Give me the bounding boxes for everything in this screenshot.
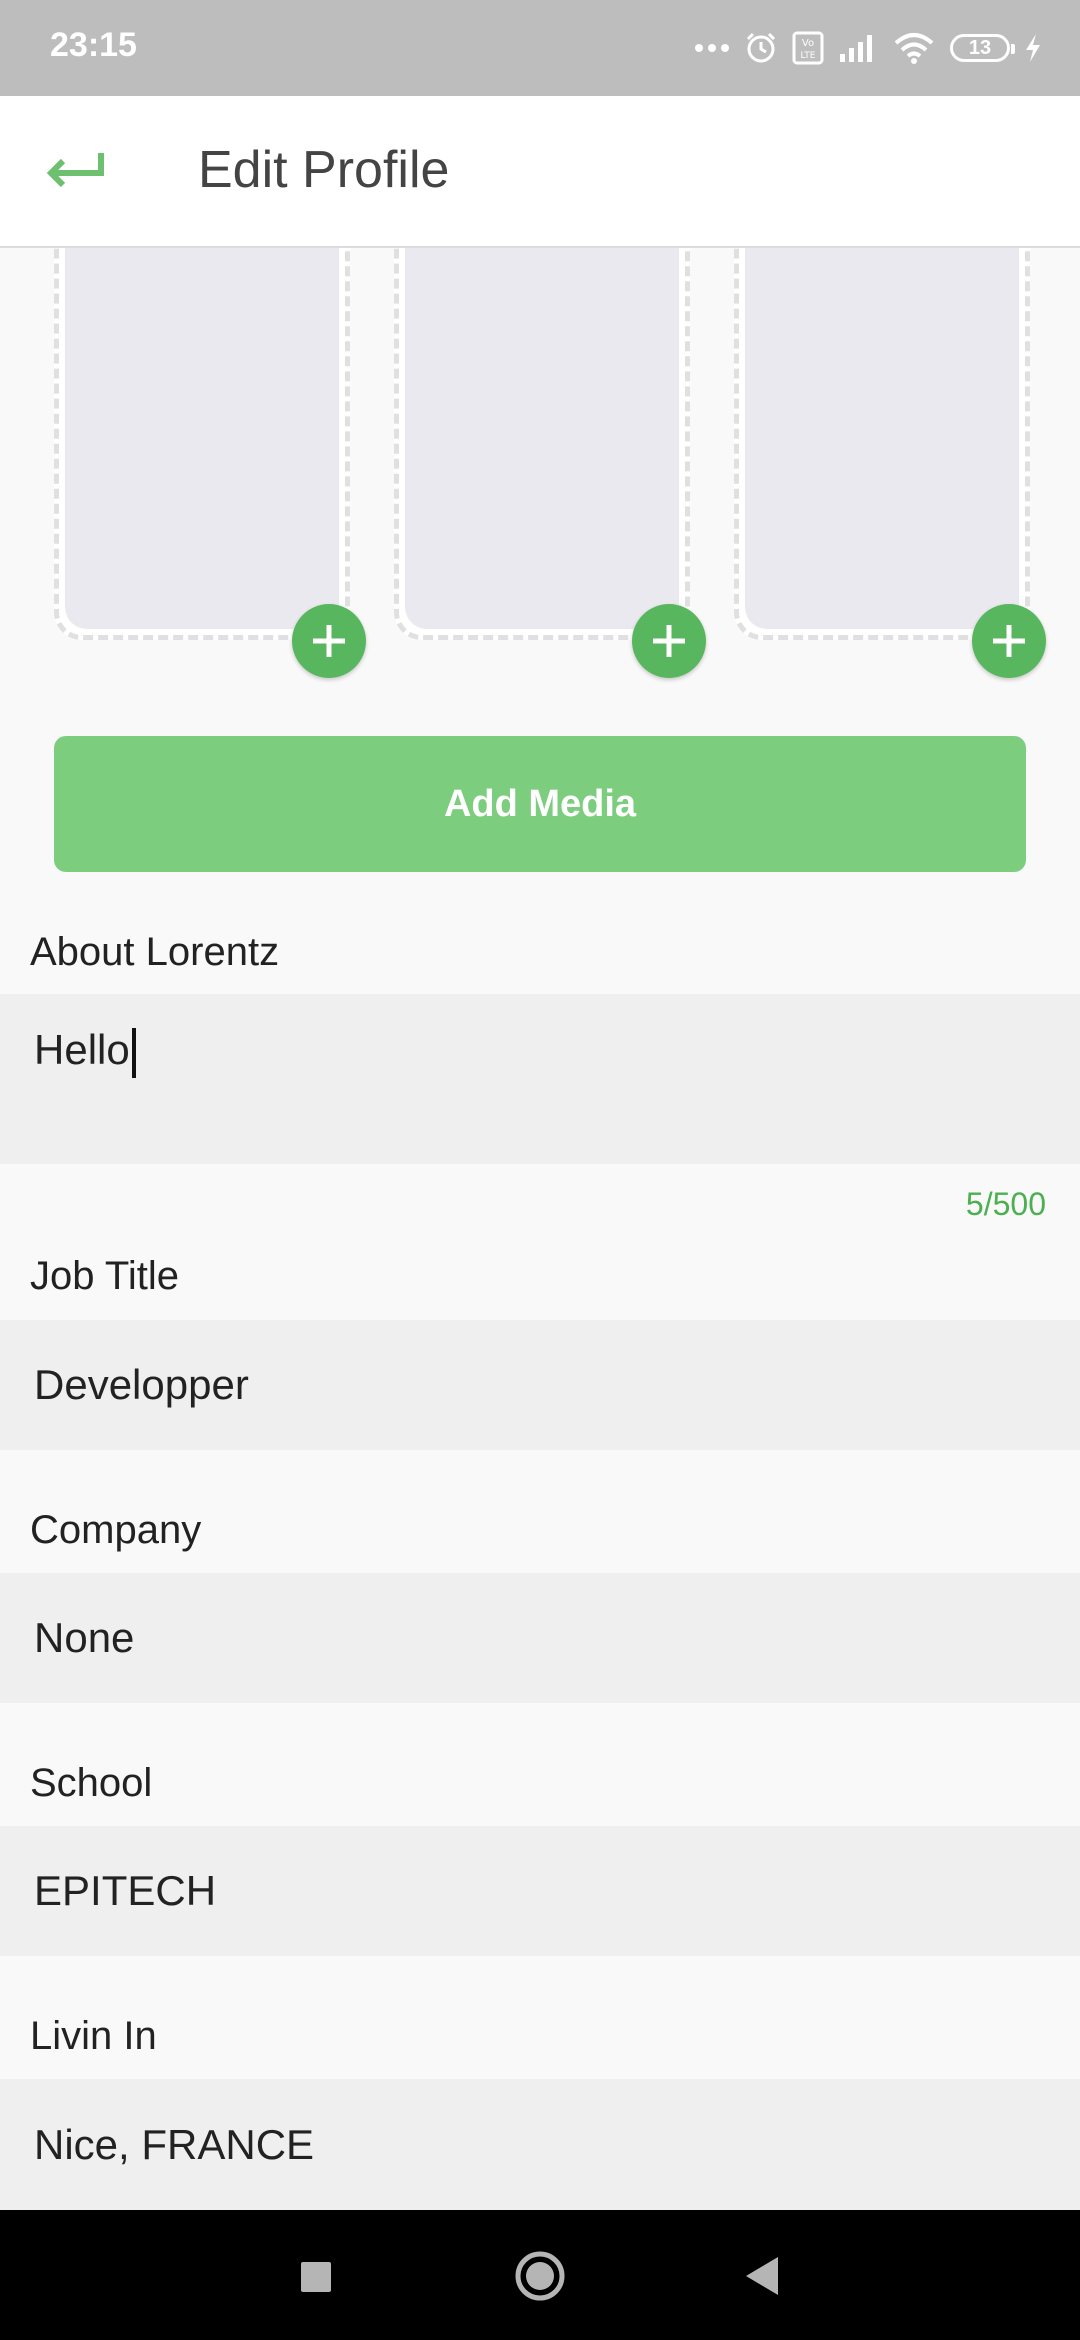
character-counter: 5/500 [965,1186,1046,1222]
svg-text:LTE: LTE [801,51,816,61]
status-icons: Vo LTE 13 [694,22,1042,74]
plus-icon [653,625,685,657]
company-input[interactable]: None [0,1573,1080,1703]
add-media-2-button[interactable] [632,604,706,678]
about-label: About Lorentz [30,930,280,974]
living-in-input[interactable]: Nice, FRANCE [0,2079,1080,2210]
plus-icon [313,625,345,657]
school-label: School [30,1761,153,1805]
job-title-label: Job Title [30,1254,179,1298]
signal-icon [840,35,872,62]
system-nav-bar [0,2210,1080,2340]
app-bar: Edit Profile [0,96,1080,248]
job-title-input[interactable]: Developper [0,1320,1080,1450]
media-tile-1[interactable] [54,228,350,640]
add-media-button[interactable]: Add Media [54,736,1026,872]
media-tile-2[interactable] [394,228,690,640]
living-in-value: Nice, FRANCE [34,2121,315,2168]
media-tile-3[interactable] [734,228,1030,640]
living-in-label: Livin In [30,2014,157,2058]
wifi-icon [894,33,934,64]
media-grid [0,228,1080,688]
battery-icon: 13 [950,34,1015,62]
back-arrow-icon [46,153,104,188]
back-triangle-icon[interactable] [742,2254,782,2298]
company-value: None [34,1614,135,1661]
home-circle-icon[interactable] [514,2250,566,2302]
text-cursor [131,1027,136,1078]
media-placeholder [745,228,1019,629]
plus-icon [993,625,1025,657]
about-value: Hello [34,1026,130,1073]
add-media-3-button[interactable] [972,604,1046,678]
status-time: 23:15 [50,26,137,64]
add-media-1-button[interactable] [292,604,366,678]
svg-text:Vo: Vo [802,38,814,49]
page-title: Edit Profile [198,141,450,199]
charging-icon [1026,34,1040,62]
back-button[interactable] [40,136,110,206]
media-placeholder [405,228,679,629]
recents-square-icon[interactable] [301,2262,331,2292]
job-title-value: Developper [34,1361,249,1408]
school-value: EPITECH [34,1867,217,1914]
about-input[interactable]: Hello [0,994,1080,1164]
media-placeholder [65,228,339,629]
more-dots-icon [695,44,729,52]
alarm-icon [746,32,776,63]
company-label: Company [30,1508,202,1552]
battery-level: 13 [968,36,992,59]
status-bar: 23:15 Vo LTE 13 [0,0,1080,96]
school-input[interactable]: EPITECH [0,1826,1080,1956]
volte-icon: Vo LTE [792,31,824,65]
